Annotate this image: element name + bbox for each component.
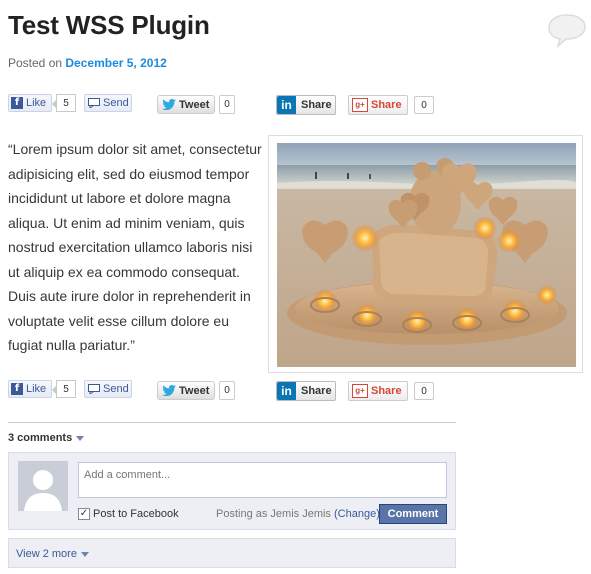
tweet-button[interactable]: Tweet <box>157 95 215 114</box>
comment-input[interactable] <box>78 462 447 498</box>
share-bar-bottom: f Like 5 Send Tweet 0 in Share g+ Share … <box>0 380 591 402</box>
google-plus-icon: g+ <box>352 384 368 398</box>
linkedin-share-button[interactable]: in Share <box>276 95 336 115</box>
facebook-send-label: Send <box>103 383 129 395</box>
send-icon <box>88 98 100 108</box>
default-avatar-icon <box>18 461 68 511</box>
posting-as-info: Posting as Jemis Jemis (Change) <box>216 508 380 520</box>
comment-composer: ✓ Post to Facebook Posting as Jemis Jemi… <box>8 452 456 530</box>
post-title: Test WSS Plugin <box>8 10 210 40</box>
linkedin-share-label: Share <box>301 385 332 397</box>
chevron-down-icon <box>76 435 85 441</box>
linkedin-in-icon: in <box>277 382 296 400</box>
linkedin-share-button[interactable]: in Share <box>276 381 336 401</box>
tweet-button[interactable]: Tweet <box>157 381 215 400</box>
facebook-like-label: Like <box>26 383 47 395</box>
posting-as-label: Posting as Jemis Jemis <box>216 508 331 520</box>
tweet-label: Tweet <box>179 384 210 397</box>
post-body: “Lorem ipsum dolor sit amet, consectetur… <box>8 141 262 353</box>
comments-count-label: 3 comments <box>8 432 73 444</box>
post-date-link[interactable]: December 5, 2012 <box>65 56 166 70</box>
google-plus-count: 0 <box>414 96 434 114</box>
twitter-bird-icon <box>162 385 176 396</box>
divider <box>8 422 456 423</box>
facebook-like-label: Like <box>26 97 47 109</box>
facebook-like-count: 5 <box>52 94 76 112</box>
facebook-f-icon: f <box>11 383 23 395</box>
post-image-frame <box>268 135 583 373</box>
facebook-send-button[interactable]: Send <box>84 380 132 398</box>
chevron-down-icon <box>80 551 89 557</box>
change-account-link[interactable]: (Change) <box>334 508 380 520</box>
facebook-like-button[interactable]: f Like <box>8 380 52 398</box>
comment-bubble-icon[interactable] <box>546 12 588 48</box>
linkedin-share-label: Share <box>301 99 332 111</box>
twitter-bird-icon <box>162 99 176 110</box>
post-to-facebook-option[interactable]: ✓ Post to Facebook <box>78 508 179 520</box>
google-plus-icon: g+ <box>352 98 368 112</box>
share-bar-top: f Like 5 Send Tweet 0 in Share g+ Share … <box>0 94 591 116</box>
facebook-like-button[interactable]: f Like <box>8 94 52 112</box>
post-to-facebook-label: Post to Facebook <box>93 508 179 520</box>
linkedin-in-icon: in <box>277 96 296 114</box>
tweet-label: Tweet <box>179 98 210 111</box>
view-more-comments[interactable]: View 2 more <box>8 538 456 568</box>
send-icon <box>88 384 100 394</box>
google-plus-share-label: Share <box>371 99 402 111</box>
comments-count-dropdown[interactable]: 3 comments <box>8 432 85 444</box>
posted-prefix: Posted on <box>8 56 63 70</box>
facebook-send-button[interactable]: Send <box>84 94 132 112</box>
facebook-send-label: Send <box>103 97 129 109</box>
google-plus-share-label: Share <box>371 385 402 397</box>
sand-sculpture-photo[interactable] <box>277 143 576 367</box>
google-plus-share-button[interactable]: g+ Share <box>348 381 408 401</box>
google-plus-share-button[interactable]: g+ Share <box>348 95 408 115</box>
view-more-label: View 2 more <box>16 548 77 560</box>
tweet-count: 0 <box>219 381 235 400</box>
checkbox-checked-icon[interactable]: ✓ <box>78 508 90 520</box>
tweet-count: 0 <box>219 95 235 114</box>
facebook-like-count: 5 <box>52 380 76 398</box>
post-meta: Posted on December 5, 2012 <box>8 56 167 70</box>
comment-submit-button[interactable]: Comment <box>379 504 447 524</box>
facebook-f-icon: f <box>11 97 23 109</box>
google-plus-count: 0 <box>414 382 434 400</box>
